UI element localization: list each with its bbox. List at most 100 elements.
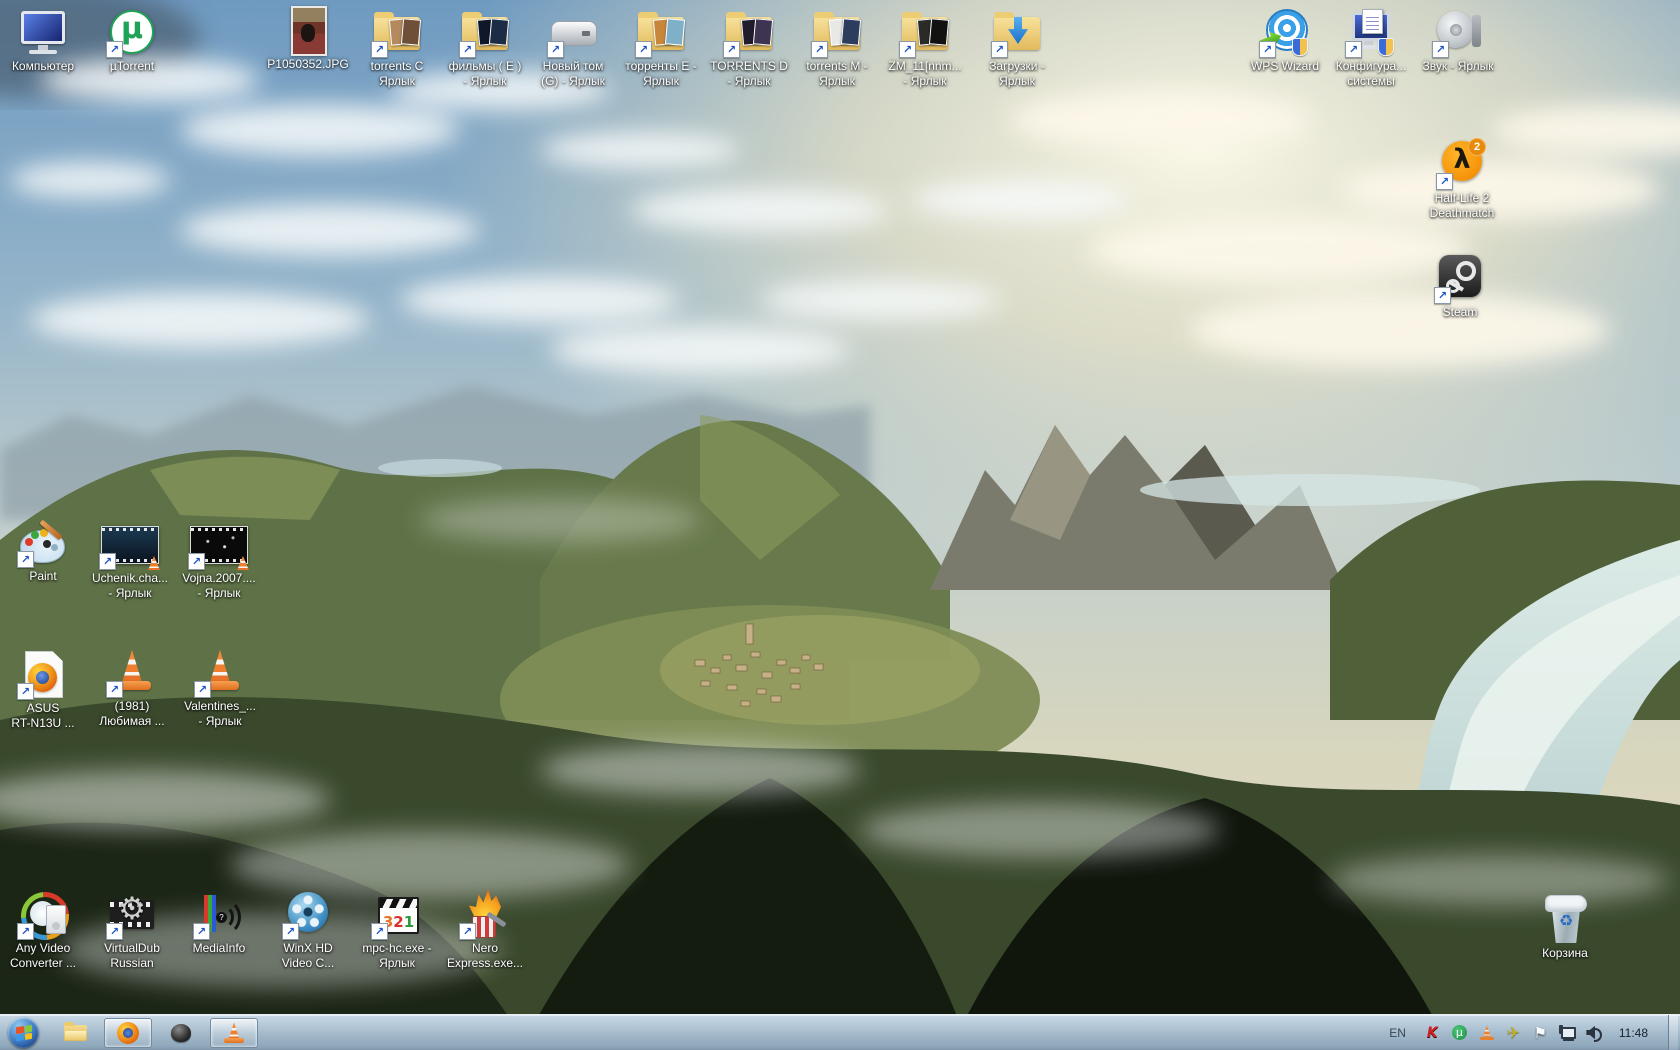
nero-icon: ↗ xyxy=(461,890,509,938)
tray-flag-icon[interactable]: ⚑ xyxy=(1532,1024,1549,1042)
taskbar-button-firefox[interactable] xyxy=(104,1018,152,1048)
folder-media-icon: ↗ xyxy=(901,8,949,56)
utorrent-icon: µ↗ xyxy=(108,8,156,56)
vlccone-icon: ↗ xyxy=(196,648,244,696)
desktop-icon-mpc-hc[interactable]: 321↗mpc-hc.exe - Ярлык xyxy=(352,890,442,971)
desktop-icon-zm-11[interactable]: ↗ZM_11[nnm... - Ярлык xyxy=(880,8,970,89)
shortcut-arrow-icon: ↗ xyxy=(188,553,205,570)
desktop-icon-torrents-m[interactable]: ↗torrents M - Ярлык xyxy=(792,8,882,89)
icon-label: Компьютер xyxy=(12,59,74,74)
shortcut-arrow-icon: ↗ xyxy=(1432,41,1449,58)
desktop-icon-asus-rt[interactable]: ↗ASUS RT-N13U ... xyxy=(0,650,88,731)
desktop-icon-recycle-bin[interactable]: ♻Корзина xyxy=(1520,895,1610,961)
icon-label: Paint xyxy=(29,569,56,584)
shortcut-arrow-icon: ↗ xyxy=(371,923,388,940)
tray-volume-icon[interactable] xyxy=(1586,1024,1603,1042)
desktop-icon-zvuk[interactable]: ↗Звук - Ярлык xyxy=(1413,8,1503,74)
icon-label: Nero Express.exe... xyxy=(447,941,523,971)
shortcut-arrow-icon: ↗ xyxy=(459,923,476,940)
shortcut-arrow-icon: ↗ xyxy=(1345,41,1362,58)
desktop-icon-utorrent[interactable]: µ↗ µTorrent xyxy=(87,8,177,74)
desktop-icon-mediainfo[interactable]: ?↗MediaInfo xyxy=(174,890,264,956)
shortcut-arrow-icon: ↗ xyxy=(99,553,116,570)
desktop-icon-uchenik[interactable]: ↗Uchenik.cha... - Ярлык xyxy=(85,520,175,601)
shortcut-arrow-icon: ↗ xyxy=(106,41,123,58)
ffdoc-icon: ↗ xyxy=(19,650,67,698)
folder-media-icon: ↗ xyxy=(725,8,773,56)
shortcut-arrow-icon: ↗ xyxy=(1259,41,1276,58)
tray-utorrent-icon[interactable]: µ xyxy=(1451,1024,1468,1042)
icon-label: Звук - Ярлык xyxy=(1422,59,1493,74)
start-button[interactable] xyxy=(8,1017,39,1048)
desktop-icon-novy-tom-g[interactable]: ↗Новый том (G) - Ярлык xyxy=(528,8,618,89)
desktop-icon-paint[interactable]: ↗ Paint xyxy=(0,518,88,584)
desktop-icon-vojna[interactable]: ↗Vojna.2007.... - Ярлык xyxy=(174,520,264,601)
icon-label: Vojna.2007.... - Ярлык xyxy=(182,571,255,601)
desktop-icon-films-e[interactable]: ↗фильмы ( E ) - Ярлык xyxy=(440,8,530,89)
mpc-icon: 321↗ xyxy=(373,890,421,938)
folder-media-icon: ↗ xyxy=(637,8,685,56)
icon-label: Загрузки - Ярлык xyxy=(989,59,1045,89)
icon-label: Valentines_... - Ярлык xyxy=(184,699,256,729)
hl2-icon: λ2↗ xyxy=(1438,140,1486,188)
dark-sphere-app-icon xyxy=(171,1024,191,1042)
folder-media-icon: ↗ xyxy=(813,8,861,56)
tray-vlc-icon[interactable] xyxy=(1478,1024,1495,1042)
tray-kaspersky-icon[interactable]: K xyxy=(1424,1024,1441,1042)
icon-label: торренты E - Ярлык xyxy=(625,59,696,89)
taskbar-button-vlc[interactable] xyxy=(210,1018,258,1048)
shortcut-arrow-icon: ↗ xyxy=(723,41,740,58)
desktop-icon-steam[interactable]: ↗Steam xyxy=(1415,254,1505,320)
clock[interactable]: 11:48 xyxy=(1619,1026,1648,1040)
shortcut-arrow-icon: ↗ xyxy=(635,41,652,58)
desktop-icon-torrents-d[interactable]: ↗TORRENTS D - Ярлык xyxy=(704,8,794,89)
tray-network-icon[interactable] xyxy=(1559,1024,1576,1042)
icon-label: ASUS RT-N13U ... xyxy=(11,701,74,731)
desktop-icon-hl2dm[interactable]: λ2↗Half-Life 2 Deathmatch xyxy=(1417,140,1507,221)
icon-label: µTorrent xyxy=(110,59,154,74)
photo-icon xyxy=(284,6,332,54)
avc-icon: ↗ xyxy=(19,890,67,938)
shortcut-arrow-icon: ↗ xyxy=(371,41,388,58)
desktop-icon-computer[interactable]: Компьютер xyxy=(0,8,88,74)
shortcut-arrow-icon: ↗ xyxy=(459,41,476,58)
folder-media-icon: ↗ xyxy=(461,8,509,56)
desktop-icon-virtualdub[interactable]: ⚙↗VirtualDub Russian xyxy=(87,890,177,971)
desktop-icon-valentines[interactable]: ↗Valentines_... - Ярлык xyxy=(175,648,265,729)
desktop-icon-zagruzki[interactable]: ↗Загрузки - Ярлык xyxy=(972,8,1062,89)
taskbar: EN Kµ ✈ ⚑ 11:48 xyxy=(0,1014,1680,1050)
taskbar-button-dark-app[interactable] xyxy=(164,1019,198,1047)
language-indicator[interactable]: EN xyxy=(1389,1026,1406,1040)
shortcut-arrow-icon: ↗ xyxy=(106,681,123,698)
icon-label: Новый том (G) - Ярлык xyxy=(541,59,605,89)
icon-label: фильмы ( E ) - Ярлык xyxy=(449,59,522,89)
vlccone-icon: ↗ xyxy=(108,648,156,696)
icon-label: Half-Life 2 Deathmatch xyxy=(1430,191,1495,221)
icon-label: Any Video Converter ... xyxy=(10,941,76,971)
desktop-icon-torrenty-e[interactable]: ↗торренты E - Ярлык xyxy=(616,8,706,89)
sysconfig-icon: ↗ xyxy=(1347,8,1395,56)
shortcut-arrow-icon: ↗ xyxy=(17,683,34,700)
show-desktop-button[interactable] xyxy=(1668,1015,1678,1050)
icon-label: MediaInfo xyxy=(193,941,246,956)
desktop-icon-p1050352[interactable]: P1050352.JPG xyxy=(263,6,353,72)
desktop-icon-nero-express[interactable]: ↗Nero Express.exe... xyxy=(440,890,530,971)
shortcut-arrow-icon: ↗ xyxy=(1434,287,1451,304)
shortcut-arrow-icon: ↗ xyxy=(282,923,299,940)
desktop: Компьютерµ↗µTorrentP1050352.JPG↗torrents… xyxy=(0,0,1680,1050)
desktop-icon-winx-hd[interactable]: ↗WinX HD Video C... xyxy=(263,890,353,971)
desktop-icon-wps-wizard[interactable]: ↗WPS Wizard xyxy=(1240,8,1330,74)
paint-icon: ↗ xyxy=(19,518,67,566)
shortcut-arrow-icon: ↗ xyxy=(811,41,828,58)
desktop-icon-lubimaya-1981[interactable]: ↗(1981) Любимая ... xyxy=(87,648,177,729)
desktop-icon-any-video-converter[interactable]: ↗Any Video Converter ... xyxy=(0,890,88,971)
desktop-icon-sysconfig[interactable]: ↗Конфигура... системы xyxy=(1326,8,1416,89)
tray-airplane-icon[interactable]: ✈ xyxy=(1505,1024,1522,1042)
icon-label: WinX HD Video C... xyxy=(282,941,334,971)
steam-icon: ↗ xyxy=(1436,254,1484,302)
taskbar-button-explorer[interactable] xyxy=(58,1019,92,1047)
drive-icon: ↗ xyxy=(549,8,597,56)
shortcut-arrow-icon: ↗ xyxy=(1436,173,1453,190)
desktop-icon-torrents-c[interactable]: ↗torrents C Ярлык xyxy=(352,8,442,89)
speaker-icon: ↗ xyxy=(1434,8,1482,56)
